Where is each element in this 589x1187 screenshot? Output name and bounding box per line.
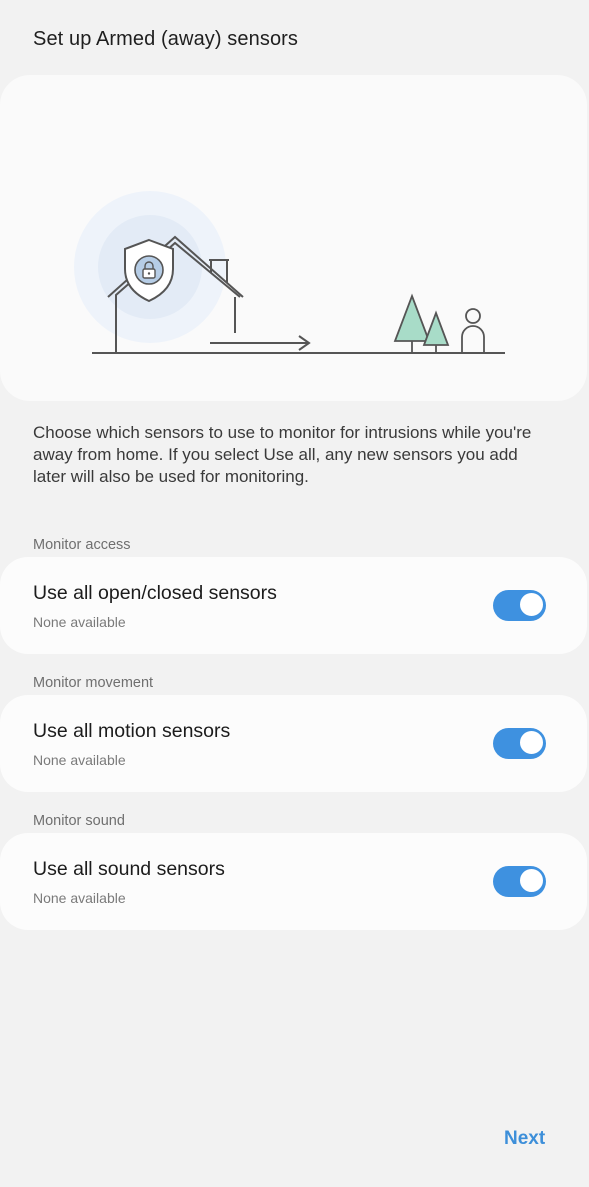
motion-sensors-toggle[interactable] bbox=[493, 728, 546, 759]
tree-icon bbox=[393, 293, 450, 353]
illustration-card bbox=[0, 75, 587, 401]
sound-sensors-toggle[interactable] bbox=[493, 866, 546, 897]
sensor-status: None available bbox=[33, 890, 126, 906]
arrow-right-icon bbox=[210, 335, 311, 351]
sensor-status: None available bbox=[33, 614, 126, 630]
sound-sensors-row[interactable]: Use all sound sensors None available bbox=[0, 833, 587, 930]
toggle-knob bbox=[519, 592, 544, 617]
sensor-title: Use all sound sensors bbox=[33, 858, 225, 880]
open-closed-sensors-toggle[interactable] bbox=[493, 590, 546, 621]
page-title: Set up Armed (away) sensors bbox=[33, 28, 299, 50]
sensor-status: None available bbox=[33, 752, 126, 768]
section-label-access: Monitor access bbox=[33, 537, 131, 553]
section-label-sound: Monitor sound bbox=[33, 813, 125, 829]
motion-sensors-row[interactable]: Use all motion sensors None available bbox=[0, 695, 587, 792]
next-button[interactable]: Next bbox=[494, 1124, 555, 1154]
toggle-knob bbox=[519, 868, 544, 893]
sensor-title: Use all motion sensors bbox=[33, 720, 231, 742]
away-illustration bbox=[74, 191, 505, 354]
sensor-title: Use all open/closed sensors bbox=[33, 582, 277, 604]
section-label-movement: Monitor movement bbox=[33, 675, 154, 691]
description-text: Choose which sensors to use to monitor f… bbox=[33, 423, 532, 486]
open-closed-sensors-row[interactable]: Use all open/closed sensors None availab… bbox=[0, 557, 587, 654]
toggle-knob bbox=[519, 730, 544, 755]
person-icon bbox=[461, 308, 485, 353]
